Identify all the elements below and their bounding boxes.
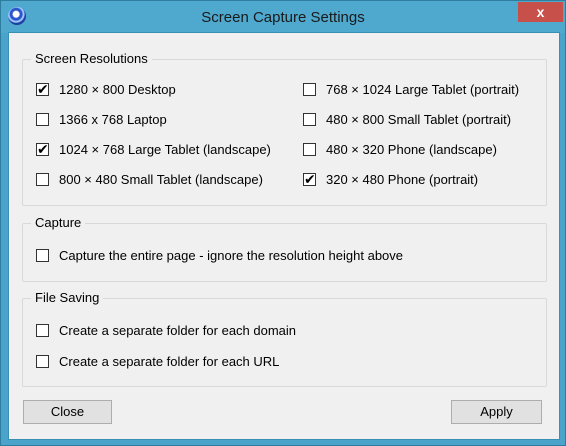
option-label: 1024 × 768 Large Tablet (landscape) — [59, 142, 271, 157]
option-label: 320 × 480 Phone (portrait) — [326, 172, 479, 187]
checkbox[interactable]: ✔ — [303, 83, 316, 96]
option-label: 480 × 320 Phone (landscape) — [326, 142, 497, 157]
checkbox[interactable]: ✔ — [36, 249, 49, 262]
file-saving-group: File Saving ✔ Create a separate folder f… — [22, 290, 547, 387]
checkbox[interactable]: ✔ — [36, 113, 49, 126]
dialog-body: Screen Resolutions ✔ 1280 × 800 Desktop … — [8, 32, 560, 440]
window-title: Screen Capture Settings — [201, 9, 365, 26]
capture-group: Capture ✔ Capture the entire page - igno… — [22, 215, 547, 282]
checkbox[interactable]: ✔ — [36, 81, 49, 97]
option-label: 480 × 800 Small Tablet (portrait) — [326, 112, 512, 127]
option-label: Create a separate folder for each domain — [59, 323, 297, 338]
checkbox[interactable]: ✔ — [36, 324, 49, 337]
option-label: 768 × 1024 Large Tablet (portrait) — [326, 82, 520, 97]
checkbox[interactable]: ✔ — [303, 143, 316, 156]
apply-button[interactable]: Apply — [451, 400, 542, 424]
option-label: Create a separate folder for each URL — [59, 354, 280, 369]
window-close-button[interactable]: x — [518, 2, 563, 22]
option-label: 1366 x 768 Laptop — [59, 112, 167, 127]
checkbox[interactable]: ✔ — [36, 355, 49, 368]
checkbox[interactable]: ✔ — [303, 171, 316, 187]
settings-window: Screen Capture Settings x Screen Resolut… — [0, 0, 566, 446]
capture-legend: Capture — [31, 215, 86, 230]
checkbox[interactable]: ✔ — [36, 173, 49, 186]
checkbox[interactable]: ✔ — [303, 113, 316, 126]
file-saving-legend: File Saving — [31, 290, 104, 305]
option-label: 800 × 480 Small Tablet (landscape) — [59, 172, 263, 187]
screen-resolutions-legend: Screen Resolutions — [31, 51, 152, 66]
close-button[interactable]: Close — [23, 400, 112, 424]
check-icon: ✔ — [37, 81, 49, 97]
option-label: 1280 × 800 Desktop — [59, 82, 176, 97]
screen-resolutions-group: Screen Resolutions ✔ 1280 × 800 Desktop … — [22, 51, 547, 206]
check-icon: ✔ — [304, 171, 316, 187]
option-label: Capture the entire page - ignore the res… — [59, 248, 404, 263]
title-bar[interactable]: Screen Capture Settings x — [1, 1, 565, 33]
check-icon: ✔ — [37, 141, 49, 157]
checkbox[interactable]: ✔ — [36, 141, 49, 157]
